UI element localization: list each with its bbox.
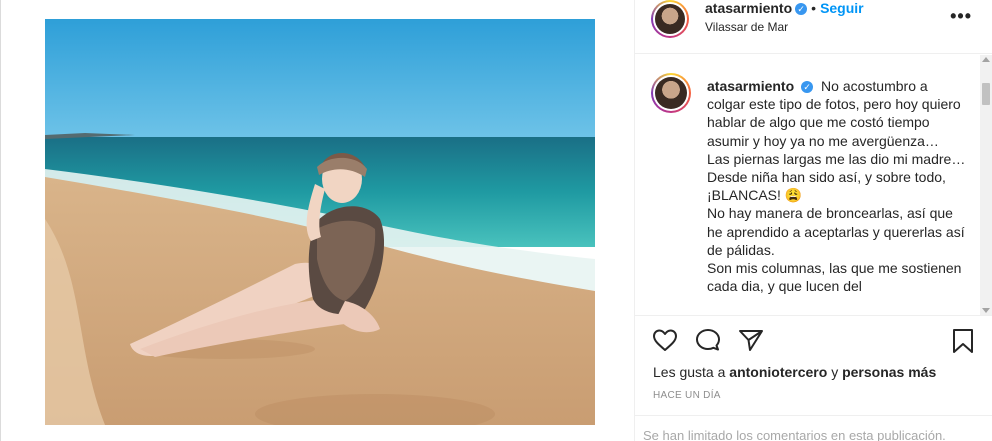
- post-photo[interactable]: [45, 19, 595, 425]
- post-timestamp[interactable]: HACE UN DÍA: [653, 390, 721, 401]
- post-sidebar: atasarmiento ✓ • Seguir Vilassar de Mar •••…: [634, 0, 992, 441]
- post-dialog: atasarmiento ✓ • Seguir Vilassar de Mar •••…: [0, 0, 992, 441]
- follow-button[interactable]: Seguir: [820, 0, 864, 16]
- page: atasarmiento ✓ • Seguir Vilassar de Mar •••…: [0, 0, 992, 441]
- likes-summary: Les gusta a antoniotercero y personas má…: [653, 364, 936, 380]
- comments-panel: atasarmiento ✓ No acostumbro a colgar est…: [635, 55, 980, 315]
- username-link[interactable]: atasarmiento: [705, 0, 792, 16]
- heart-icon[interactable]: [652, 328, 678, 352]
- post-actions: Les gusta a antoniotercero y personas má…: [635, 315, 992, 441]
- comment-box: Se han limitado los comentarios en esta …: [635, 415, 992, 441]
- caption-line: Las piernas largas me las dio mi madre…D…: [707, 150, 966, 204]
- post-header: atasarmiento ✓ • Seguir Vilassar de Mar •••: [635, 0, 992, 54]
- verified-badge-icon: ✓: [795, 3, 808, 16]
- location-link[interactable]: Vilassar de Mar: [705, 20, 788, 34]
- comments-scrollbar[interactable]: [980, 55, 992, 315]
- caption-avatar[interactable]: [651, 73, 691, 113]
- caption-line: No hay manera de broncearlas, así que he…: [707, 205, 965, 258]
- beach-photo: [45, 19, 595, 425]
- caption-username-link[interactable]: atasarmiento: [707, 78, 794, 94]
- scroll-up-arrow-icon[interactable]: [982, 57, 990, 62]
- separator-dot: •: [811, 0, 817, 16]
- more-options-icon[interactable]: •••: [950, 6, 972, 27]
- verified-badge-icon: ✓: [801, 81, 814, 94]
- others-likes-link[interactable]: personas más: [842, 364, 936, 380]
- scroll-thumb[interactable]: [982, 83, 990, 105]
- liker-username-link[interactable]: antoniotercero: [729, 364, 827, 380]
- likes-prefix: Les gusta a: [653, 364, 726, 380]
- likes-connector: y: [831, 364, 839, 380]
- comments-limited-notice: Se han limitado los comentarios en esta …: [643, 428, 946, 441]
- scroll-down-arrow-icon[interactable]: [982, 308, 990, 313]
- caption-line: Son mis columnas, las que me sostienen c…: [707, 260, 962, 295]
- bookmark-icon[interactable]: [951, 328, 975, 354]
- caption-text: atasarmiento ✓ No acostumbro a colgar est…: [707, 77, 969, 295]
- comment-icon[interactable]: [695, 328, 721, 352]
- header-username-row: atasarmiento ✓ • Seguir: [705, 0, 864, 16]
- paper-plane-icon[interactable]: [738, 328, 764, 352]
- avatar[interactable]: [651, 0, 689, 38]
